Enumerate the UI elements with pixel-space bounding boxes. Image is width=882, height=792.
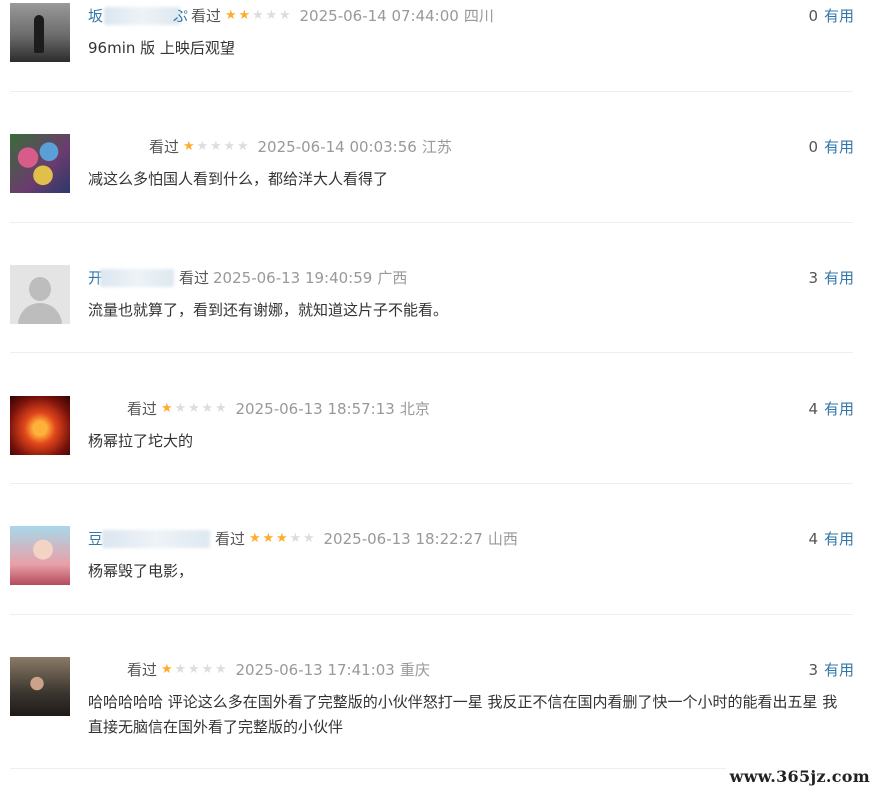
username-link[interactable]: 坂 ぷ	[88, 5, 188, 27]
star-icon: ★	[278, 8, 291, 23]
star-icon: ★	[182, 139, 195, 154]
star-icon: ★	[201, 662, 214, 677]
watched-status: 看过	[215, 530, 246, 548]
comment-item: 开 看过 2025-06-13 19:40:59 广西 3 有用 流量也就算了，看…	[0, 262, 882, 393]
avatar[interactable]	[10, 265, 70, 324]
comment-content: 杨幂拉了坨大的	[88, 432, 194, 450]
star-icon: ★	[275, 531, 288, 546]
comment-location: 江苏	[421, 138, 452, 156]
comment-content: 96min 版 上映后观望	[88, 39, 235, 57]
comment-time: 2025-06-14 00:03:56	[257, 138, 417, 156]
useful-button[interactable]: 有用	[824, 7, 854, 25]
useful-vote[interactable]: 0 有用	[808, 5, 854, 27]
watched-status: 看过	[127, 400, 158, 418]
watched-status: 看过	[191, 7, 222, 25]
useful-button[interactable]: 有用	[824, 530, 854, 548]
star-icon: ★	[289, 531, 302, 546]
useful-vote[interactable]: 3 有用	[808, 267, 854, 289]
divider	[10, 614, 853, 615]
star-icon: ★	[236, 139, 249, 154]
star-icon: ★	[302, 531, 315, 546]
comment-time: 2025-06-13 18:57:13	[235, 400, 395, 418]
divider	[10, 352, 853, 353]
comment-meta: 豆 看过 ★ ★ ★ ★ ★ 2025-06-13 18:22:27 山西	[88, 528, 518, 550]
watermark: www.365jz.com	[725, 767, 874, 786]
star-icon: ★	[223, 139, 236, 154]
useful-count: 3	[808, 661, 818, 679]
star-icon: ★	[265, 8, 278, 23]
useful-vote[interactable]: 4 有用	[808, 398, 854, 420]
star-icon: ★	[248, 531, 261, 546]
star-icon: ★	[187, 662, 200, 677]
useful-button[interactable]: 有用	[824, 138, 854, 156]
comment-content: 减这么多怕国人看到什么，都给洋大人看得了	[88, 170, 389, 188]
star-icon: ★	[187, 401, 200, 416]
divider	[10, 91, 853, 92]
watched-status: 看过	[127, 661, 158, 679]
avatar[interactable]	[10, 3, 70, 62]
username-link[interactable]: 豆	[88, 528, 212, 550]
comment-meta: 看过 ★ ★ ★ ★ ★ 2025-06-13 17:41:03 重庆	[88, 659, 430, 681]
comment-time: 2025-06-13 17:41:03	[235, 661, 395, 679]
rating-stars: ★ ★ ★ ★ ★	[160, 663, 228, 677]
avatar[interactable]	[10, 134, 70, 193]
star-icon: ★	[214, 662, 227, 677]
avatar[interactable]	[10, 526, 70, 585]
rating-stars: ★ ★ ★ ★ ★	[182, 140, 250, 154]
comment-content: 流量也就算了，看到还有谢娜，就知道这片子不能看。	[88, 301, 449, 319]
star-icon: ★	[251, 8, 264, 23]
comment-time: 2025-06-14 07:44:00	[299, 7, 459, 25]
avatar[interactable]	[10, 657, 70, 716]
comment-item: 看过 ★ ★ ★ ★ ★ 2025-06-13 17:41:03 重庆 3 有用 哈哈哈哈…	[0, 654, 882, 784]
comment-location: 山西	[487, 530, 518, 548]
star-icon: ★	[209, 139, 222, 154]
comment-item: 豆 看过 ★ ★ ★ ★ ★ 2025-06-13 18:22:27 山西 4 有用 杨幂…	[0, 523, 882, 654]
useful-vote[interactable]: 4 有用	[808, 528, 854, 550]
star-icon: ★	[196, 139, 209, 154]
useful-count: 4	[808, 400, 818, 418]
star-icon: ★	[160, 662, 173, 677]
rating-stars: ★ ★ ★ ★ ★	[224, 9, 292, 23]
comment-item: 看过 ★ ★ ★ ★ ★ 2025-06-14 00:03:56 江苏 0 有用 减这么多…	[0, 131, 882, 262]
star-icon: ★	[262, 531, 275, 546]
star-icon: ★	[160, 401, 173, 416]
rating-stars: ★ ★ ★ ★ ★	[248, 532, 316, 546]
watched-status: 看过	[179, 269, 210, 287]
comment-content: 哈哈哈哈哈 评论这么多在国外看了完整版的小伙伴怒打一星 我反正不信在国内看删了快…	[88, 693, 838, 736]
comment-meta: 看过 ★ ★ ★ ★ ★ 2025-06-13 18:57:13 北京	[88, 398, 430, 420]
comment-location: 四川	[463, 7, 494, 25]
divider	[10, 222, 853, 223]
comment-item: 看过 ★ ★ ★ ★ ★ 2025-06-13 18:57:13 北京 4 有用 杨幂拉了…	[0, 393, 882, 524]
useful-count: 0	[808, 138, 818, 156]
comment-time: 2025-06-13 19:40:59	[213, 269, 373, 287]
useful-vote[interactable]: 0 有用	[808, 136, 854, 158]
avatar[interactable]	[10, 396, 70, 455]
comment-meta: 看过 ★ ★ ★ ★ ★ 2025-06-14 00:03:56 江苏	[88, 136, 452, 158]
useful-count: 4	[808, 530, 818, 548]
star-icon: ★	[174, 401, 187, 416]
comment-time: 2025-06-13 18:22:27	[323, 530, 483, 548]
useful-button[interactable]: 有用	[824, 269, 854, 287]
comment-item: 坂 ぷ 看过 ★ ★ ★ ★ ★ 2025-06-14 07:44:00 四川 0 有用 …	[0, 0, 882, 131]
divider	[10, 483, 853, 484]
comment-location: 北京	[399, 400, 430, 418]
comment-meta: 开 看过 2025-06-13 19:40:59 广西	[88, 267, 407, 289]
star-icon: ★	[238, 8, 251, 23]
useful-count: 0	[808, 7, 818, 25]
watched-status: 看过	[149, 138, 180, 156]
comment-location: 广西	[377, 269, 408, 287]
star-icon: ★	[214, 401, 227, 416]
star-icon: ★	[201, 401, 214, 416]
rating-stars: ★ ★ ★ ★ ★	[160, 402, 228, 416]
useful-button[interactable]: 有用	[824, 661, 854, 679]
comment-meta: 坂 ぷ 看过 ★ ★ ★ ★ ★ 2025-06-14 07:44:00 四川	[88, 5, 494, 27]
comment-location: 重庆	[399, 661, 430, 679]
star-icon: ★	[224, 8, 237, 23]
star-icon: ★	[174, 662, 187, 677]
useful-button[interactable]: 有用	[824, 400, 854, 418]
useful-vote[interactable]: 3 有用	[808, 659, 854, 681]
username-link[interactable]: 开	[88, 267, 176, 289]
useful-count: 3	[808, 269, 818, 287]
comment-content: 杨幂毁了电影，	[88, 562, 194, 580]
